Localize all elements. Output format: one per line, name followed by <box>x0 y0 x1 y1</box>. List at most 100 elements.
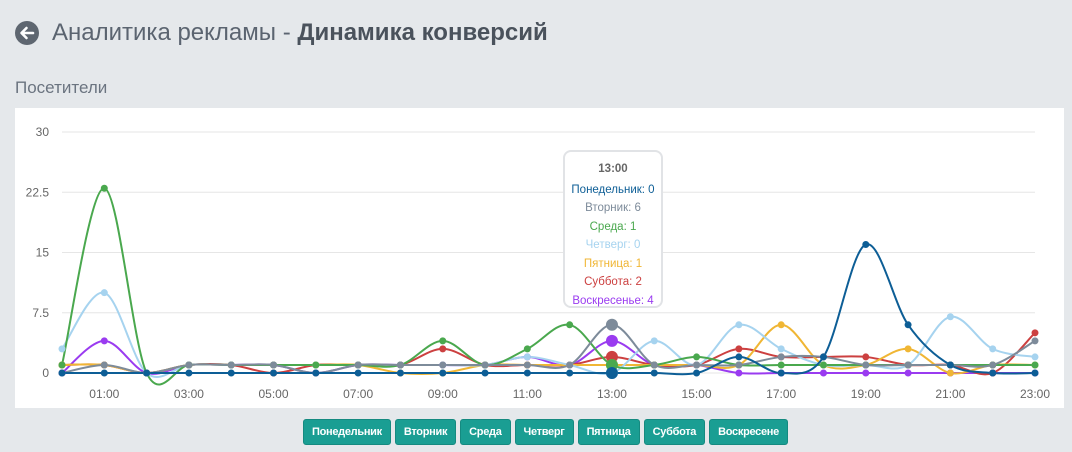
x-tick-label: 09:00 <box>428 387 458 401</box>
legend-button[interactable]: Среда <box>460 419 511 445</box>
x-tick-label: 01:00 <box>89 387 119 401</box>
legend-button[interactable]: Пятница <box>577 419 640 445</box>
x-tick-label: 07:00 <box>343 387 373 401</box>
y-tick-label: 22.5 <box>26 185 50 199</box>
data-point <box>735 369 743 377</box>
data-point <box>862 240 870 248</box>
data-point <box>777 353 785 361</box>
data-point <box>904 361 912 369</box>
x-tick-label: 15:00 <box>682 387 712 401</box>
data-point <box>735 345 743 353</box>
data-point <box>989 369 997 377</box>
data-point <box>693 361 701 369</box>
data-point <box>185 361 193 369</box>
data-point <box>354 369 362 377</box>
legend-button[interactable]: Четверг <box>514 419 574 445</box>
data-point <box>58 361 66 369</box>
data-point <box>1031 329 1039 337</box>
data-point <box>862 361 870 369</box>
data-point <box>396 369 404 377</box>
data-point <box>270 369 278 377</box>
legend-button[interactable]: Понедельник <box>303 419 391 445</box>
data-point <box>396 361 404 369</box>
data-point <box>819 361 827 369</box>
data-point <box>1031 361 1039 369</box>
data-point <box>523 361 531 369</box>
data-point <box>566 361 574 369</box>
data-point <box>862 369 870 377</box>
section-label: Посетители <box>15 78 108 97</box>
data-point <box>605 367 618 379</box>
y-tick-label: 0 <box>42 366 49 380</box>
data-point <box>100 361 108 369</box>
page-header: Аналитика рекламы - Динамика конверсий <box>14 18 548 48</box>
tooltip-line: Четверг: 0 <box>585 239 641 251</box>
data-point <box>819 369 827 377</box>
data-point <box>312 369 320 377</box>
data-point <box>605 334 618 347</box>
x-tick-label: 13:00 <box>597 387 627 401</box>
data-point <box>439 369 447 377</box>
data-point <box>523 345 531 353</box>
tooltip-line: Понедельник: 0 <box>571 183 655 196</box>
data-point <box>1031 337 1039 345</box>
x-tick-label: 11:00 <box>513 387 542 401</box>
data-point <box>100 337 108 345</box>
data-point <box>523 353 531 361</box>
data-point <box>777 361 785 369</box>
x-tick-label: 05:00 <box>259 387 289 401</box>
data-point <box>227 369 235 377</box>
x-tick-label: 03:00 <box>174 387 204 401</box>
legend-button[interactable]: Вторник <box>394 419 457 445</box>
tooltip-line: Воскресенье: 4 <box>572 294 654 307</box>
data-point <box>354 361 362 369</box>
data-point <box>862 353 870 361</box>
x-tick-label: 17:00 <box>766 387 796 401</box>
line-chart[interactable]: 0 7.5 15 22.5 30 01:00 03:00 05:00 07:00 09:00 11:… <box>15 108 1064 408</box>
data-point <box>227 361 235 369</box>
chart-tooltip: 13:00 Понедельник: 0 Вторник: 6 Среда: 1 Че… <box>563 150 663 308</box>
legend-button[interactable]: Суббота <box>643 419 706 445</box>
data-point <box>693 353 701 361</box>
data-point <box>605 318 618 331</box>
tooltip-title: 13:00 <box>598 163 628 175</box>
data-point <box>439 361 447 369</box>
tooltip-line: Среда: 1 <box>589 220 637 233</box>
data-point <box>481 369 489 377</box>
chart-panel: 0 7.5 15 22.5 30 01:00 03:00 05:00 07:00 09:00 11:… <box>15 108 1064 408</box>
page-title-bold: Динамика конверсий <box>297 19 548 46</box>
data-point <box>904 369 912 377</box>
data-point <box>650 361 658 369</box>
data-point <box>819 353 827 361</box>
data-point <box>185 369 193 377</box>
data-point <box>100 289 108 297</box>
data-point <box>1031 369 1039 377</box>
data-point <box>100 369 108 377</box>
data-point <box>989 345 997 353</box>
data-point <box>946 313 954 321</box>
back-arrow-icon[interactable] <box>14 20 40 46</box>
x-tick-label: 21:00 <box>935 387 965 401</box>
data-point <box>946 361 954 369</box>
page-title-separator: - <box>276 19 298 46</box>
data-point <box>735 361 743 369</box>
data-point <box>989 361 997 369</box>
data-point <box>904 345 912 353</box>
data-point <box>439 337 447 345</box>
data-point <box>1031 353 1039 361</box>
data-point <box>566 321 574 329</box>
y-tick-label: 15 <box>36 246 50 260</box>
data-point <box>650 369 658 377</box>
page-title-prefix: Аналитика рекламы <box>52 19 277 46</box>
x-tick-label: 23:00 <box>1020 387 1050 401</box>
data-point <box>777 321 785 329</box>
tooltip-line: Вторник: 6 <box>585 202 641 214</box>
data-point <box>735 321 743 329</box>
data-point <box>481 361 489 369</box>
data-point <box>100 184 108 192</box>
legend-button[interactable]: Воскресене <box>709 419 788 445</box>
data-point <box>143 369 151 377</box>
data-point <box>777 345 785 353</box>
data-point <box>523 369 531 377</box>
tooltip-line: Пятница: 1 <box>583 257 643 270</box>
